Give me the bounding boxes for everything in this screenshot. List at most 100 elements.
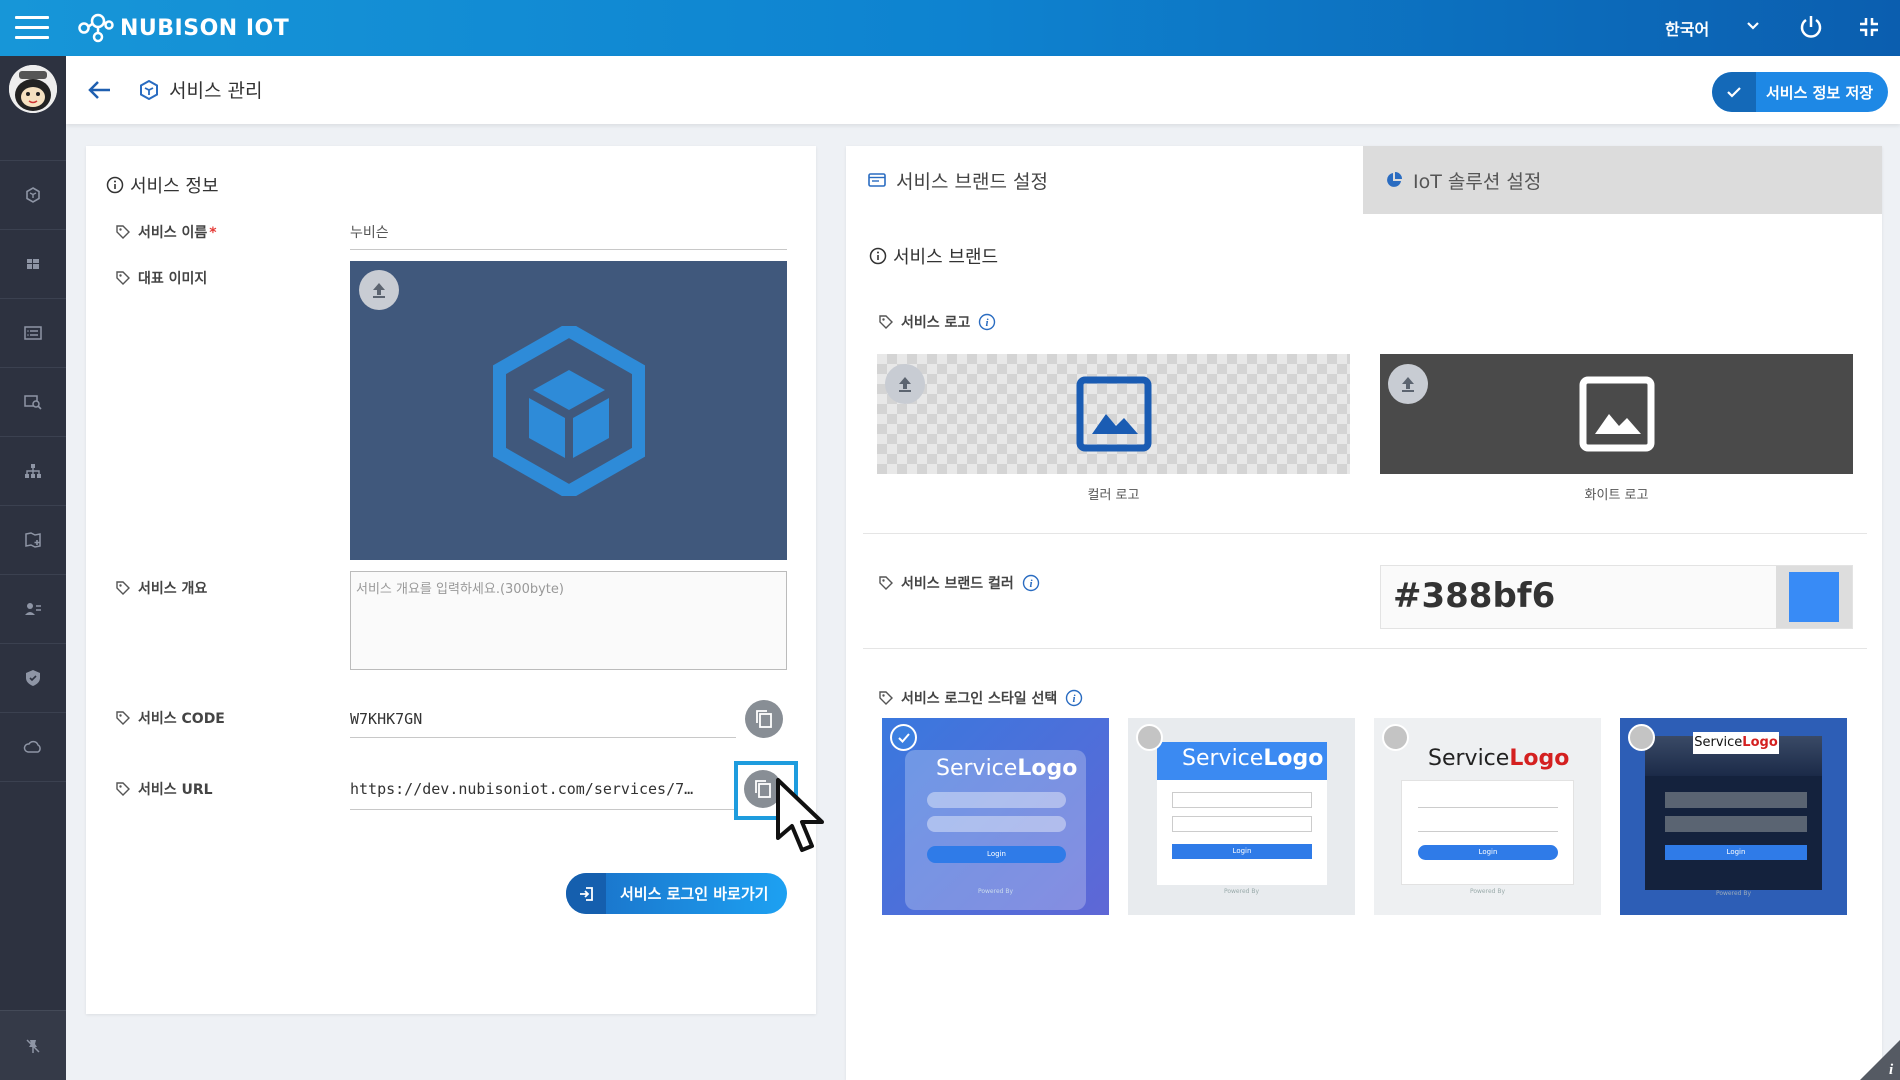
white-logo-upload[interactable]: [1380, 354, 1853, 474]
chevron-down-icon[interactable]: [1745, 18, 1761, 34]
brand-color-label: 서비스 브랜드 컬러 i: [879, 573, 1040, 593]
tag-icon: [879, 315, 893, 329]
login-preview-button: Login: [1172, 844, 1312, 859]
brand-color-input[interactable]: #388bf6: [1380, 565, 1853, 629]
upload-icon[interactable]: [359, 270, 399, 310]
sidebar-pin-toggle[interactable]: [0, 1010, 66, 1080]
sidebar-item-list[interactable]: [0, 298, 66, 367]
copy-icon: [755, 780, 771, 798]
login-preview-button: Login: [1418, 845, 1558, 860]
image-placeholder-icon: [1579, 376, 1655, 452]
help-info-icon[interactable]: i: [1022, 574, 1040, 592]
white-logo-caption: 화이트 로고: [1584, 488, 1649, 503]
list-icon: [24, 326, 42, 340]
tag-icon: [116, 711, 130, 725]
map-add-icon: [25, 532, 41, 548]
help-info-icon[interactable]: i: [978, 313, 996, 331]
check-icon: [1712, 72, 1756, 112]
back-arrow-icon[interactable]: [86, 78, 114, 102]
login-preview-button: Login: [1665, 845, 1807, 860]
powered-by: Powered By: [1469, 888, 1506, 895]
required-mark: *: [209, 225, 217, 241]
hierarchy-icon: [25, 464, 41, 478]
color-logo-upload[interactable]: [877, 354, 1350, 474]
username-field: [927, 792, 1066, 808]
service-name-label: 서비스 이름 *: [116, 222, 217, 242]
service-cube-logo-icon: [493, 326, 645, 496]
svg-text:i: i: [1073, 693, 1077, 705]
sidebar-item-security[interactable]: [0, 643, 66, 712]
tab-brand-settings[interactable]: 서비스 브랜드 설정: [846, 146, 1363, 214]
tag-icon: [879, 691, 893, 705]
brand-molecule-icon: [78, 13, 114, 43]
password-field: [1418, 816, 1558, 832]
save-button-label: 서비스 정보 저장: [1766, 83, 1874, 102]
upload-icon[interactable]: [1388, 364, 1428, 404]
login-style-radio[interactable]: [1136, 724, 1163, 751]
help-info-icon[interactable]: i: [1065, 689, 1083, 707]
color-picker-button[interactable]: [1776, 566, 1852, 628]
pie-chart-icon: [1387, 172, 1402, 187]
save-service-button[interactable]: 서비스 정보 저장: [1712, 72, 1888, 112]
login-style-option-4[interactable]: ServiceLogo Login Powered By: [1620, 718, 1847, 915]
sidebar-item-hierarchy[interactable]: [0, 436, 66, 505]
password-field: [1665, 816, 1807, 832]
service-info-title: 서비스 정보: [106, 172, 219, 198]
summary-textarea[interactable]: 서비스 개요를 입력하세요.(300byte): [350, 571, 787, 670]
login-style-radio[interactable]: [1628, 724, 1655, 751]
service-logo-text: ServiceLogo: [1182, 746, 1324, 771]
powered-by: Powered By: [977, 888, 1014, 895]
sidebar-item-cloud[interactable]: [0, 712, 66, 781]
tab-iot-solution[interactable]: IoT 솔루션 설정: [1363, 146, 1882, 214]
sidebar-item-service[interactable]: [0, 160, 66, 229]
svg-text:i: i: [1029, 578, 1033, 590]
power-icon[interactable]: [1798, 14, 1824, 40]
search-list-icon: [24, 395, 42, 410]
svg-text:i: i: [986, 317, 990, 329]
service-url-label: 서비스 URL: [116, 779, 213, 799]
image-placeholder-icon: [1076, 376, 1152, 452]
upload-icon[interactable]: [885, 364, 925, 404]
service-logo-text: ServiceLogo: [936, 756, 1078, 781]
representative-image[interactable]: [350, 261, 787, 560]
login-style-option-2[interactable]: ServiceLogo Login Powered By: [1128, 718, 1355, 915]
color-swatch: [1789, 572, 1839, 622]
cloud-icon: [23, 740, 41, 753]
sidebar-item-search[interactable]: [0, 367, 66, 436]
sidebar-item-dashboard[interactable]: [0, 229, 66, 298]
password-field: [1172, 816, 1312, 832]
cube-icon: [140, 80, 158, 100]
browser-icon: [868, 173, 886, 187]
hamburger-menu-icon[interactable]: [15, 16, 49, 40]
language-select[interactable]: 한국어: [1665, 16, 1709, 40]
sidebar-item-map[interactable]: [0, 505, 66, 574]
avatar-character-icon: [9, 65, 57, 113]
tag-icon: [116, 782, 130, 796]
sidebar-item-users[interactable]: [0, 574, 66, 643]
service-url-field: https://dev.nubisoniot.com/services/7…: [350, 780, 736, 810]
username-field: [1665, 792, 1807, 808]
avatar[interactable]: [9, 65, 57, 113]
service-code-label: 서비스 CODE: [116, 708, 225, 728]
service-name-input[interactable]: 누비슨: [350, 222, 787, 250]
shield-icon: [26, 670, 40, 686]
login-style-option-1[interactable]: ServiceLogo Login Powered By: [882, 718, 1109, 915]
brand-color-value: #388bf6: [1393, 576, 1556, 616]
login-style-radio[interactable]: [1382, 724, 1409, 751]
service-logo-text: ServiceLogo: [1693, 732, 1779, 754]
brand-logo[interactable]: NUBISON IOT: [78, 10, 289, 46]
sidebar-divider: [0, 781, 66, 782]
login-style-radio-selected[interactable]: [890, 724, 917, 751]
collapse-screen-icon[interactable]: [1858, 16, 1880, 38]
service-login-shortcut-button[interactable]: 서비스 로그인 바로가기: [566, 873, 787, 914]
username-field: [1418, 792, 1558, 808]
login-style-option-3[interactable]: ServiceLogo Login Powered By: [1374, 718, 1601, 915]
powered-by: Powered By: [1223, 888, 1260, 895]
dashboard-icon: [27, 259, 39, 269]
copy-code-button[interactable]: [745, 700, 783, 738]
representative-image-label: 대표 이미지: [116, 268, 207, 288]
color-logo-caption: 컬러 로고: [1087, 488, 1140, 503]
info-corner-icon[interactable]: i: [1852, 1040, 1900, 1080]
sidebar: [0, 56, 66, 1080]
powered-by: Powered By: [1715, 890, 1752, 897]
